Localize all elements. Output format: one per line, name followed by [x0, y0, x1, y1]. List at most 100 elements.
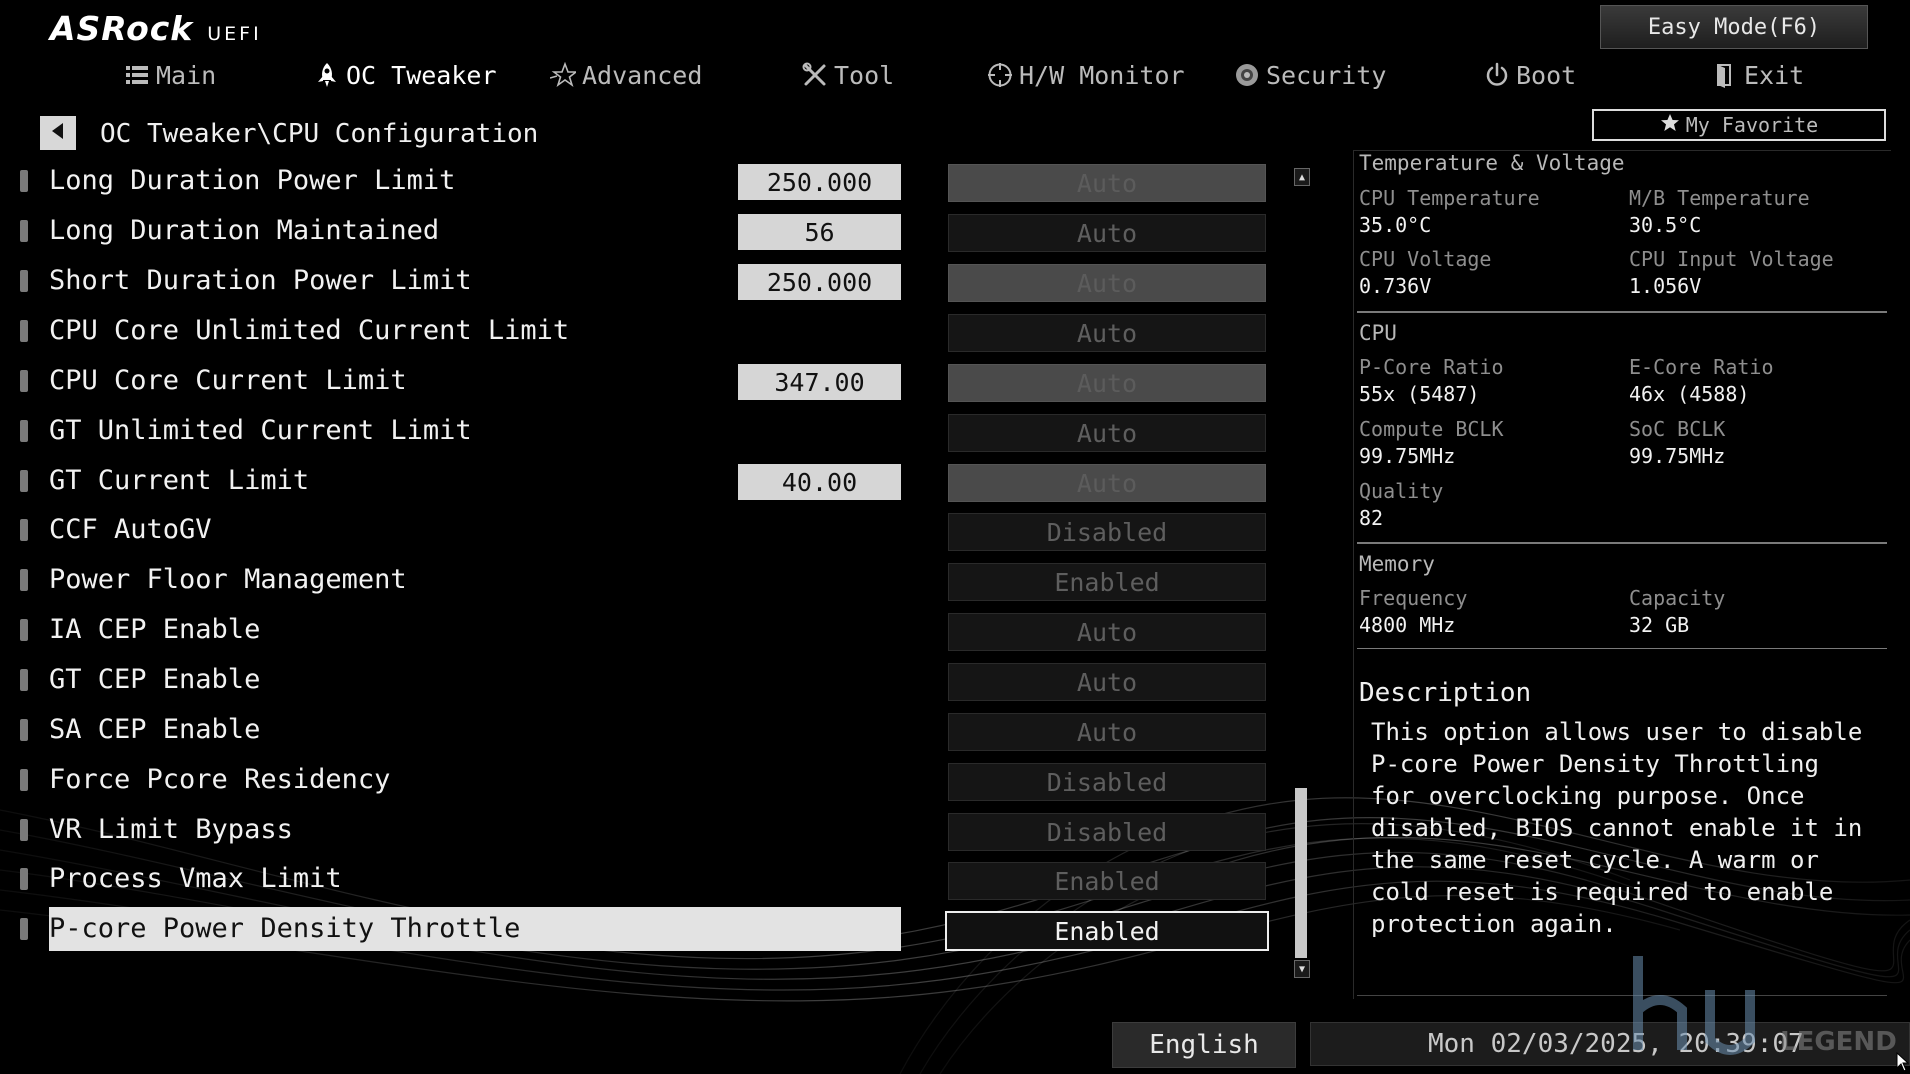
setting-row[interactable]: Short Duration Power Limit 250.000 Auto — [0, 259, 1290, 303]
setting-option[interactable]: Enabled — [945, 911, 1269, 951]
tab-main-label: Main — [156, 60, 217, 90]
mb-temperature-label: M/B Temperature — [1629, 186, 1810, 210]
setting-label: Process Vmax Limit — [49, 863, 342, 894]
row-bullet — [20, 270, 28, 292]
setting-row[interactable]: CPU Core Current Limit 347.00 Auto — [0, 359, 1290, 403]
setting-row[interactable]: CCF AutoGV Disabled — [0, 508, 1290, 552]
setting-option[interactable]: Auto — [948, 414, 1266, 452]
setting-option[interactable]: Auto — [948, 663, 1266, 701]
tab-advanced-label: Advanced — [582, 60, 703, 90]
setting-option[interactable]: Disabled — [948, 813, 1266, 851]
compute-bclk-label: Compute BCLK — [1359, 417, 1504, 441]
settings-scrollbar[interactable]: ▲ ▼ — [1294, 168, 1310, 978]
row-bullet — [20, 320, 28, 342]
power-icon — [1484, 62, 1510, 88]
back-button[interactable] — [40, 116, 76, 150]
setting-row[interactable]: GT Current Limit 40.00 Auto — [0, 459, 1290, 503]
setting-row[interactable]: VR Limit Bypass Disabled — [0, 808, 1290, 852]
ecore-ratio: E-Core Ratio 46x (4588) — [1629, 354, 1889, 408]
frequency-value: 4800 MHz — [1359, 613, 1456, 637]
setting-row[interactable]: IA CEP Enable Auto — [0, 608, 1290, 652]
temp-voltage-title: Temperature & Voltage — [1359, 151, 1625, 175]
setting-option[interactable]: Disabled — [948, 513, 1266, 551]
legend-watermark-logo: LEGEND — [1633, 956, 1897, 1057]
tab-oc-tweaker[interactable]: OC Tweaker — [314, 54, 497, 96]
setting-value-field[interactable]: 56 — [738, 214, 901, 250]
tab-security[interactable]: Security — [1234, 54, 1386, 96]
setting-row[interactable]: Process Vmax Limit Enabled — [0, 857, 1290, 901]
tab-advanced[interactable]: Advanced — [550, 54, 702, 96]
setting-label: CCF AutoGV — [49, 514, 212, 545]
rocket-icon — [314, 62, 340, 88]
quality-value: 82 — [1359, 506, 1384, 530]
cpu-voltage-value: 0.736V — [1359, 274, 1432, 298]
row-bullet — [20, 519, 28, 541]
cpu-input-voltage-value: 1.056V — [1629, 274, 1702, 298]
setting-label: VR Limit Bypass — [49, 814, 293, 845]
setting-label: Long Duration Maintained — [49, 215, 440, 246]
cpu-voltage-label: CPU Voltage — [1359, 247, 1492, 271]
row-bullet — [20, 868, 28, 890]
tab-exit[interactable]: Exit — [1712, 54, 1804, 96]
row-bullet — [20, 619, 28, 641]
setting-value-field[interactable]: 40.00 — [738, 464, 901, 500]
cpu-temperature-label: CPU Temperature — [1359, 186, 1540, 210]
scroll-up-button[interactable]: ▲ — [1294, 168, 1310, 186]
setting-option[interactable]: Auto — [948, 464, 1266, 502]
setting-label: CPU Core Unlimited Current Limit — [49, 315, 570, 346]
setting-label: Power Floor Management — [49, 564, 407, 595]
tab-tool[interactable]: Tool — [802, 54, 894, 96]
pcore-ratio-label: P-Core Ratio — [1359, 355, 1504, 379]
row-bullet — [20, 220, 28, 242]
setting-option[interactable]: Auto — [948, 364, 1266, 402]
setting-option[interactable]: Auto — [948, 214, 1266, 252]
tab-boot[interactable]: Boot — [1484, 54, 1576, 96]
scroll-down-button[interactable]: ▼ — [1294, 960, 1310, 978]
my-favorite-button[interactable]: My Favorite — [1592, 109, 1886, 141]
setting-row[interactable]: Power Floor Management Enabled — [0, 558, 1290, 602]
setting-value-field[interactable]: 250.000 — [738, 164, 901, 200]
setting-row[interactable]: SA CEP Enable Auto — [0, 708, 1290, 752]
tab-hw-monitor[interactable]: H/W Monitor — [987, 54, 1185, 96]
setting-option[interactable]: Enabled — [948, 862, 1266, 900]
memory-frequency: Frequency 4800 MHz — [1359, 585, 1619, 639]
setting-row[interactable]: Long Duration Maintained 56 Auto — [0, 209, 1290, 253]
setting-row[interactable]: GT CEP Enable Auto — [0, 658, 1290, 702]
cpu-input-voltage: CPU Input Voltage 1.056V — [1629, 246, 1889, 300]
setting-option[interactable]: Auto — [948, 713, 1266, 751]
crosshair-icon — [987, 62, 1013, 88]
hardware-monitor-panel: Temperature & Voltage CPU Temperature 35… — [1353, 150, 1891, 999]
my-favorite-label: My Favorite — [1685, 113, 1819, 137]
scroll-thumb[interactable] — [1295, 788, 1307, 958]
ecore-ratio-label: E-Core Ratio — [1629, 355, 1774, 379]
setting-label: Force Pcore Residency — [49, 764, 391, 795]
setting-option[interactable]: Auto — [948, 264, 1266, 302]
memory-section-title: Memory — [1359, 552, 1435, 576]
setting-row[interactable]: CPU Core Unlimited Current Limit Auto — [0, 309, 1290, 353]
tab-hw-monitor-label: H/W Monitor — [1019, 60, 1185, 90]
row-bullet — [20, 569, 28, 591]
language-button[interactable]: English — [1112, 1022, 1296, 1068]
setting-row[interactable]: Force Pcore Residency Disabled — [0, 758, 1290, 802]
setting-row[interactable]: GT Unlimited Current Limit Auto — [0, 409, 1290, 453]
setting-row-selected[interactable]: P-core Power Density Throttle Enabled — [0, 907, 1290, 951]
row-bullet — [20, 170, 28, 192]
ecore-ratio-value: 46x (4588) — [1629, 382, 1750, 406]
setting-option[interactable]: Auto — [948, 314, 1266, 352]
list-icon — [124, 62, 150, 88]
tab-main[interactable]: Main — [124, 54, 216, 96]
setting-option[interactable]: Enabled — [948, 563, 1266, 601]
row-bullet — [20, 819, 28, 841]
uefi-label: UEFI — [207, 23, 262, 45]
setting-option[interactable]: Auto — [948, 613, 1266, 651]
setting-value-field[interactable]: 250.000 — [738, 264, 901, 300]
setting-option[interactable]: Disabled — [948, 763, 1266, 801]
brand-name: ASRock — [50, 9, 194, 48]
frequency-label: Frequency — [1359, 586, 1468, 610]
easy-mode-button[interactable]: Easy Mode(F6) — [1600, 5, 1868, 49]
setting-row[interactable]: Long Duration Power Limit 250.000 Auto — [0, 159, 1290, 203]
setting-label: Long Duration Power Limit — [49, 165, 456, 196]
setting-value-field[interactable]: 347.00 — [738, 364, 901, 400]
setting-option[interactable]: Auto — [948, 164, 1266, 202]
cpu-temperature: CPU Temperature 35.0°C — [1359, 185, 1619, 239]
